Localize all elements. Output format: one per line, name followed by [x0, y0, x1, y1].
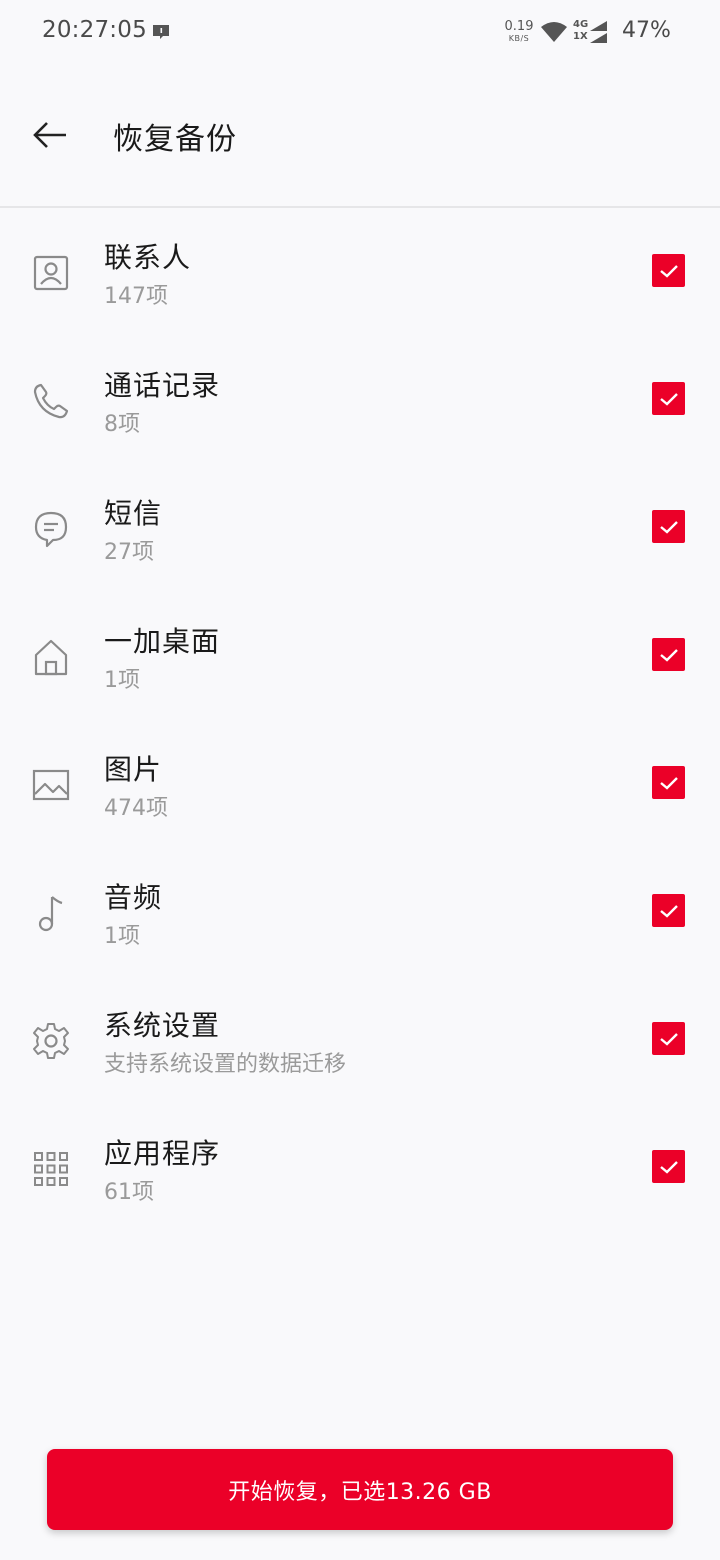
image-icon: [30, 764, 72, 806]
network-type-top: 4G: [573, 19, 589, 30]
item-title: 一加桌面: [104, 625, 221, 658]
checkbox-contacts[interactable]: [652, 254, 685, 287]
notification-message-icon: [151, 23, 171, 41]
checkbox-system-settings[interactable]: [652, 1022, 685, 1055]
list-item-audio[interactable]: 音频 1项: [0, 848, 720, 976]
check-icon: [659, 392, 678, 406]
start-restore-button[interactable]: 开始恢复，已选13.26 GB: [47, 1449, 673, 1530]
item-subtitle: 147项: [104, 284, 168, 309]
check-icon: [659, 264, 678, 278]
check-icon: [659, 776, 678, 790]
item-subtitle: 支持系统设置的数据迁移: [104, 1052, 347, 1077]
back-arrow-icon: [33, 122, 66, 148]
checkbox-applications[interactable]: [652, 1150, 685, 1183]
item-subtitle: 27项: [104, 540, 154, 565]
backup-category-list: 联系人 147项 通话记录 8项 短信 27项 一加桌面 1项 图片 474项 …: [0, 208, 720, 1232]
item-title: 联系人: [104, 241, 192, 274]
page-title: 恢复备份: [113, 122, 237, 157]
back-button[interactable]: [26, 111, 74, 159]
list-item-pictures[interactable]: 图片 474项: [0, 720, 720, 848]
check-icon: [659, 904, 678, 918]
gear-icon: [30, 1020, 72, 1062]
list-item-call-log[interactable]: 通话记录 8项: [0, 336, 720, 464]
check-icon: [659, 648, 678, 662]
item-subtitle: 1项: [104, 668, 140, 693]
music-note-icon: [30, 892, 72, 934]
cellular-signal: 4G 1X: [573, 19, 611, 45]
item-subtitle: 474项: [104, 796, 168, 821]
item-title: 短信: [104, 497, 163, 530]
signal-bars-icon: [590, 21, 607, 43]
phone-icon: [30, 380, 72, 422]
item-subtitle: 1项: [104, 924, 140, 949]
network-speed-value: 0.19: [504, 19, 534, 34]
network-type-bottom: 1X: [573, 31, 588, 42]
check-icon: [659, 1032, 678, 1046]
checkbox-pictures[interactable]: [652, 766, 685, 799]
checkbox-call-log[interactable]: [652, 382, 685, 415]
item-title: 应用程序: [104, 1137, 221, 1170]
checkbox-audio[interactable]: [652, 894, 685, 927]
network-speed: 0.19 KB/S: [504, 20, 534, 43]
item-subtitle: 8项: [104, 412, 140, 437]
home-icon: [30, 636, 72, 678]
app-bar: 恢复备份: [0, 66, 720, 206]
battery-level: 47%: [622, 18, 671, 43]
list-item-sms[interactable]: 短信 27项: [0, 464, 720, 592]
network-type: 4G 1X: [573, 19, 588, 43]
apps-grid-icon: [30, 1148, 72, 1190]
item-title: 图片: [104, 753, 163, 786]
contacts-icon: [30, 252, 72, 294]
wifi-icon: [540, 20, 568, 44]
item-title: 音频: [104, 881, 163, 914]
check-icon: [659, 520, 678, 534]
checkbox-sms[interactable]: [652, 510, 685, 543]
item-subtitle: 61项: [104, 1180, 154, 1205]
network-speed-unit: KB/S: [508, 34, 530, 43]
list-item-applications[interactable]: 应用程序 61项: [0, 1104, 720, 1232]
checkbox-launcher[interactable]: [652, 638, 685, 671]
list-item-system-settings[interactable]: 系统设置 支持系统设置的数据迁移: [0, 976, 720, 1104]
status-time: 20:27:05: [42, 17, 147, 43]
message-icon: [30, 508, 72, 550]
item-title: 通话记录: [104, 369, 221, 402]
list-item-launcher[interactable]: 一加桌面 1项: [0, 592, 720, 720]
list-item-contacts[interactable]: 联系人 147项: [0, 208, 720, 336]
item-title: 系统设置: [104, 1009, 221, 1042]
check-icon: [659, 1160, 678, 1174]
status-bar: 20:27:05 0.19 KB/S 4G 1X 47%: [0, 0, 720, 66]
